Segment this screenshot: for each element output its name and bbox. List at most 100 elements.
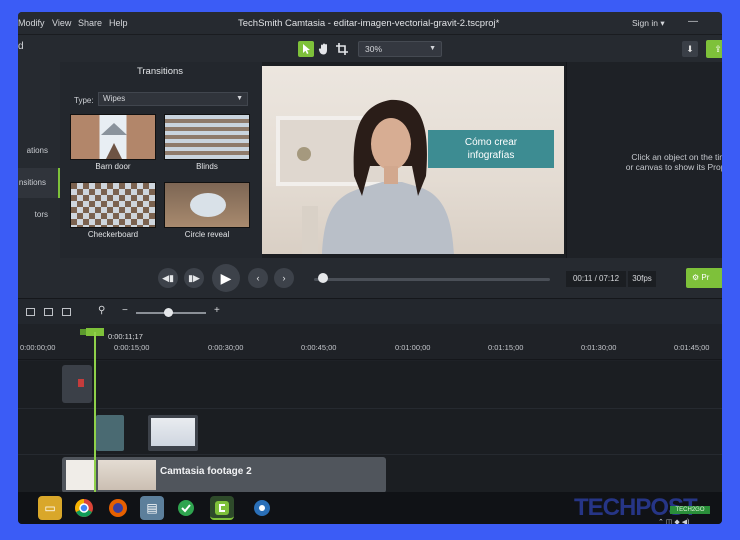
main-footage-clip[interactable]: Camtasia footage 2 [62, 457, 386, 493]
timeline-ruler[interactable]: 0:00:11;17 0:00:00;00 0:00:15;00 0:00:30… [18, 324, 722, 360]
menu-view[interactable]: View [52, 18, 71, 28]
transition-thumb-circle-reveal[interactable] [164, 182, 250, 228]
transition-label: Blinds [196, 162, 218, 171]
search-icon[interactable]: ⚲ [98, 305, 105, 316]
chevron-down-icon: ▼ [236, 95, 243, 102]
sign-in-button[interactable]: Sign in ▾ [632, 18, 665, 29]
zoom-out-button[interactable]: − [122, 305, 128, 316]
sidebar-item-annotations[interactable]: ations [18, 136, 60, 166]
playback-controls: ◀▮ ▮▶ ▶ ‹ › 00:11 / 07:12 30fps ⚙ Pr [60, 258, 722, 298]
properties-button[interactable]: ⚙ Pr [686, 268, 722, 288]
clip-thumbnail [151, 418, 195, 446]
properties-label: Pr [701, 273, 710, 282]
tools-sidebar: ations nsitions tors [18, 62, 60, 298]
transition-label: Checkerboard [87, 230, 139, 239]
timeline-clip[interactable] [62, 365, 92, 403]
hint-line: or canvas to show its Proper [625, 162, 722, 172]
timeline-clip[interactable] [148, 415, 198, 451]
menu-share[interactable]: Share [78, 18, 102, 28]
properties-panel: Click an object on the timel or canvas t… [566, 62, 722, 258]
zoom-in-button[interactable]: + [214, 305, 220, 316]
sidebar-item-label: ations [26, 146, 48, 155]
ruler-tick: 0:00:00;00 [20, 343, 56, 352]
caption-callout[interactable]: Cómo crear infografías [428, 130, 554, 168]
timeline-tracks[interactable]: Camtasia footage 2 [18, 361, 722, 509]
next-frame-icon[interactable]: › [274, 268, 294, 288]
undo-icon[interactable] [26, 308, 35, 316]
gear-icon: ⚙ [692, 273, 700, 282]
transition-thumb-blinds[interactable] [164, 114, 250, 160]
ruler-tick: 0:00:15;00 [114, 343, 150, 352]
watermark-badge: TECH2GO [670, 506, 710, 514]
transition-thumb-checkerboard[interactable] [70, 182, 156, 228]
properties-hint: Click an object on the timel or canvas t… [603, 152, 722, 172]
sidebar-item-behaviors[interactable]: tors [18, 200, 60, 230]
ruler-tick: 0:01:00;00 [395, 343, 431, 352]
zoom-value: 30% [365, 44, 383, 54]
chevron-down-icon: ▼ [429, 45, 436, 52]
playhead[interactable] [94, 332, 96, 510]
ruler-tick: 0:01:15;00 [488, 343, 524, 352]
caption-line: Cómo crear [464, 137, 518, 148]
menu-help[interactable]: Help [109, 18, 128, 28]
file-explorer-icon[interactable]: ▭ [38, 496, 62, 520]
play-icon[interactable]: ▶ [212, 264, 240, 292]
system-tray[interactable]: ⌃ ◫ ◆ ◀) [658, 518, 689, 524]
window-title: TechSmith Camtasia - editar-imagen-vecto… [238, 18, 500, 29]
track-row[interactable] [18, 361, 722, 409]
green-app-icon[interactable] [174, 496, 198, 520]
crop-icon[interactable] [334, 41, 350, 57]
playhead-time: 0:00:11;17 [108, 332, 143, 341]
ruler-tick: 0:00:45;00 [301, 343, 337, 352]
share-icon[interactable]: ⇪ [706, 40, 722, 58]
canvas-zoom-select[interactable]: 30% ▼ [358, 41, 442, 57]
step-back-icon[interactable]: ◀▮ [158, 268, 178, 288]
sidebar-item-media[interactable] [18, 72, 60, 102]
type-label: Type: [74, 96, 94, 105]
menu-modify[interactable]: Modify [18, 18, 45, 28]
recorder-icon[interactable] [250, 496, 274, 520]
hand-icon[interactable] [316, 41, 332, 57]
type-value: Wipes [103, 94, 126, 103]
copy-icon[interactable] [62, 308, 71, 316]
menubar: Modify View Share Help TechSmith Camtasi… [18, 12, 722, 34]
sidebar-item-label: nsitions [18, 178, 46, 187]
toolbar: d 30% ▼ ⬇ ⇪ [18, 34, 722, 62]
scrubber-track[interactable] [314, 278, 550, 281]
step-forward-icon[interactable]: ▮▶ [184, 268, 204, 288]
previous-frame-icon[interactable]: ‹ [248, 268, 268, 288]
transition-type-select[interactable]: Wipes ▼ [98, 92, 248, 106]
timeline-clip[interactable] [96, 415, 124, 451]
firefox-icon[interactable] [106, 496, 130, 520]
transition-thumb-barn-door[interactable] [70, 114, 156, 160]
camtasia-window: Modify View Share Help TechSmith Camtasi… [18, 12, 722, 524]
minimize-button[interactable]: — [688, 16, 698, 27]
fps-display: 30fps [628, 271, 656, 287]
hint-line: Click an object on the timel [631, 152, 722, 162]
video-preview[interactable]: Cómo crear infografías [262, 66, 564, 254]
app-icon[interactable]: ▤ [140, 496, 164, 520]
ruler-tick: 0:00:30;00 [208, 343, 244, 352]
sidebar-item-label: tors [34, 210, 48, 219]
ruler-tick: 0:01:45;00 [674, 343, 710, 352]
clip-label: Camtasia footage 2 [160, 466, 252, 477]
timecode: 00:11 / 07:12 [566, 271, 626, 287]
panel-title: Transitions [136, 66, 184, 77]
timeline-toolbar: ⚲ − + [18, 298, 722, 324]
windows-taskbar: ▭ ▤ TECHPOST TECH2GO ⌃ ◫ ◆ ◀) [18, 492, 722, 524]
camtasia-icon[interactable] [210, 496, 234, 520]
canvas-area[interactable]: Cómo crear infografías [262, 62, 566, 258]
cut-icon[interactable] [44, 308, 53, 316]
transition-label: Barn door [95, 162, 131, 171]
sidebar-item-more[interactable] [18, 246, 60, 276]
marker [78, 379, 84, 387]
toolbar-record-label[interactable]: d [18, 41, 24, 52]
sidebar-item-transitions[interactable]: nsitions [18, 168, 60, 198]
arrow-cursor-icon[interactable] [298, 41, 314, 57]
download-icon[interactable]: ⬇ [682, 41, 698, 57]
timeline-zoom-handle[interactable] [164, 308, 173, 317]
caption-line: infografías [467, 150, 515, 161]
ruler-tick: 0:01:30;00 [581, 343, 617, 352]
scrubber-handle[interactable] [318, 273, 328, 283]
chrome-icon[interactable] [72, 496, 96, 520]
